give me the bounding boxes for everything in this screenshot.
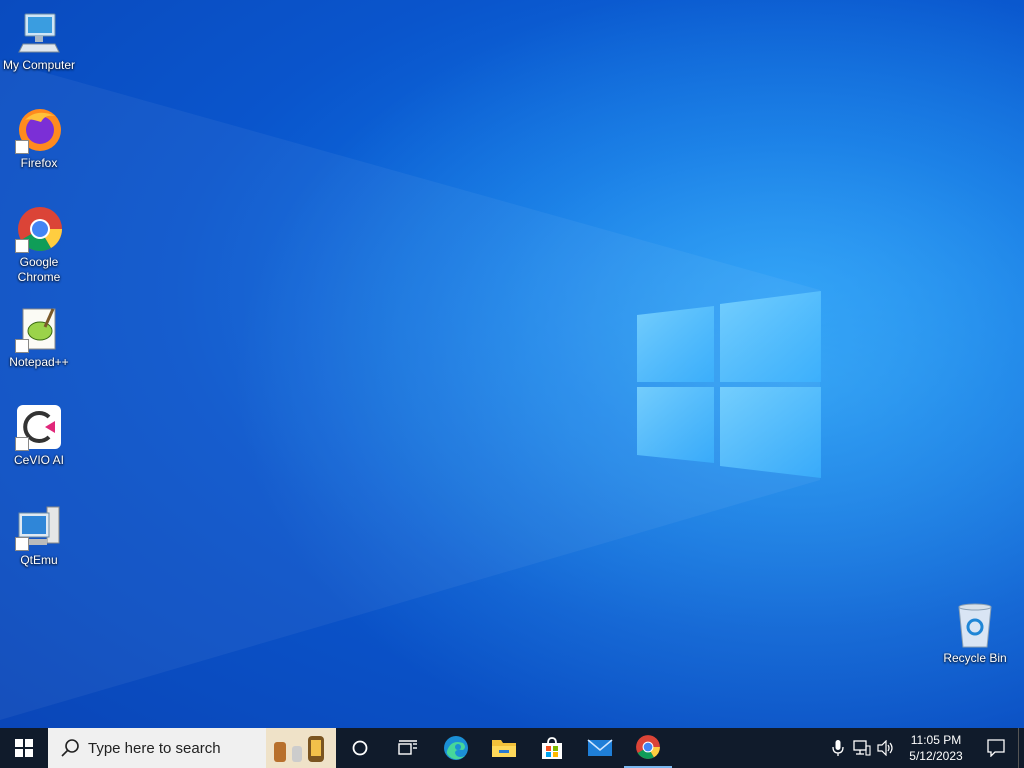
- notepadpp-icon: [15, 305, 63, 353]
- shortcut-arrow-icon: [15, 437, 29, 451]
- microphone-button[interactable]: [826, 728, 850, 768]
- desktop-icon-label: Notepad++: [9, 355, 69, 369]
- notification-icon: [987, 739, 1005, 757]
- microphone-icon: [832, 740, 844, 756]
- volume-button[interactable]: [874, 728, 898, 768]
- search-box[interactable]: Type here to search: [48, 728, 336, 768]
- computer-icon: [15, 8, 63, 56]
- store-button[interactable]: [528, 728, 576, 768]
- system-tray: 11:05 PM 5/12/2023: [826, 728, 1024, 768]
- edge-button[interactable]: [432, 728, 480, 768]
- desktop-icon-notepad-plus-plus[interactable]: Notepad++: [0, 305, 78, 370]
- shortcut-arrow-icon: [15, 537, 29, 551]
- cevio-icon: [15, 403, 63, 451]
- network-button[interactable]: [850, 728, 874, 768]
- edge-icon: [444, 736, 468, 760]
- desktop-icon-label: Google Chrome: [17, 255, 61, 284]
- recycle-bin-icon: [951, 601, 999, 649]
- start-icon: [15, 739, 33, 757]
- file-explorer-button[interactable]: [480, 728, 528, 768]
- desktop-icon-qtemu[interactable]: QtEmu: [0, 503, 78, 568]
- desktop-icon-firefox[interactable]: Firefox: [0, 106, 78, 171]
- mail-icon: [587, 739, 613, 756]
- chrome-icon: [636, 735, 660, 759]
- chrome-icon: [15, 205, 63, 253]
- desktop-icon-recycle-bin[interactable]: Recycle Bin: [936, 601, 1014, 666]
- search-placeholder: Type here to search: [88, 739, 221, 757]
- search-highlight-icon: [266, 728, 336, 768]
- volume-icon: [877, 740, 893, 756]
- clock-date: 5/12/2023: [909, 749, 963, 763]
- shortcut-arrow-icon: [15, 140, 29, 154]
- search-icon: [61, 739, 79, 757]
- store-icon: [542, 737, 562, 759]
- qtemu-icon: [15, 503, 63, 551]
- show-desktop-button[interactable]: [1018, 728, 1024, 768]
- network-icon: [853, 740, 871, 756]
- desktop-icon-label: My Computer: [2, 58, 76, 72]
- wallpaper: [0, 0, 1024, 728]
- task-view-button[interactable]: [384, 728, 432, 768]
- desktop-icon-label: Recycle Bin: [943, 651, 1007, 665]
- desktop-icon-label: Firefox: [20, 156, 58, 170]
- notification-button[interactable]: [974, 728, 1018, 768]
- shortcut-arrow-icon: [15, 339, 29, 353]
- desktop-icon-google-chrome[interactable]: Google Chrome: [0, 205, 78, 285]
- desktop-icon-my-computer[interactable]: My Computer: [0, 8, 78, 73]
- task-view-icon: [398, 740, 417, 755]
- shortcut-arrow-icon: [15, 239, 29, 253]
- desktop-icon-cevio-ai[interactable]: CeVIO AI: [0, 403, 78, 468]
- cortana-button[interactable]: [336, 728, 384, 768]
- chrome-taskbar-button[interactable]: [624, 728, 672, 768]
- firefox-icon: [15, 106, 63, 154]
- desktop-icon-label: QtEmu: [20, 553, 58, 567]
- clock[interactable]: 11:05 PM 5/12/2023: [898, 732, 974, 764]
- start-button[interactable]: [0, 728, 48, 768]
- clock-time: 11:05 PM: [910, 733, 962, 747]
- desktop[interactable]: My Computer Firefox Google Chrome Notepa…: [0, 0, 1024, 728]
- file-explorer-icon: [492, 740, 516, 757]
- mail-button[interactable]: [576, 728, 624, 768]
- desktop-icon-label: CeVIO AI: [13, 453, 65, 467]
- cortana-icon: [352, 740, 368, 756]
- taskbar: Type here to search 11:05 PM 5/12/2023: [0, 728, 1024, 768]
